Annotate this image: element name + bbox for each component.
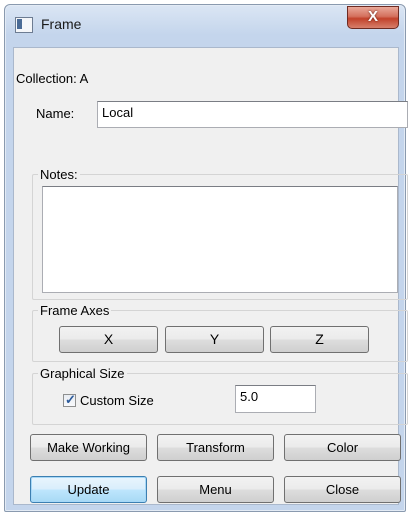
make-working-button[interactable]: Make Working [30,434,147,461]
graphical-size-label: Graphical Size [38,366,127,381]
frame-window: Frame X Collection: A Name: Local Notes:… [4,4,408,512]
notes-label: Notes: [38,167,80,182]
color-button[interactable]: Color [284,434,401,461]
checkmark-icon: ✓ [65,392,76,407]
custom-size-checkbox[interactable]: ✓ [63,392,76,407]
size-field[interactable]: 5.0 [235,385,316,413]
frame-axes-label: Frame Axes [38,303,112,318]
notes-field[interactable] [42,186,398,293]
menu-button[interactable]: Menu [157,476,274,503]
axis-y-button[interactable]: Y [165,326,264,353]
title-bar[interactable]: Frame X [5,5,405,45]
window-title: Frame [41,16,82,32]
axis-z-button[interactable]: Z [270,326,369,353]
window-icon [15,17,33,33]
close-button[interactable]: Close [284,476,401,503]
name-label: Name: [36,106,75,121]
custom-size-label[interactable]: Custom Size [80,393,154,408]
update-button[interactable]: Update [30,476,147,503]
dialog-body: Collection: A Name: Local Notes: Frame A… [13,47,408,505]
transform-button[interactable]: Transform [157,434,274,461]
name-field[interactable]: Local [97,101,408,128]
collection-label: Collection: A [16,71,89,86]
close-window-button[interactable]: X [347,6,399,29]
close-icon: X [367,8,378,25]
axis-x-button[interactable]: X [59,326,158,353]
